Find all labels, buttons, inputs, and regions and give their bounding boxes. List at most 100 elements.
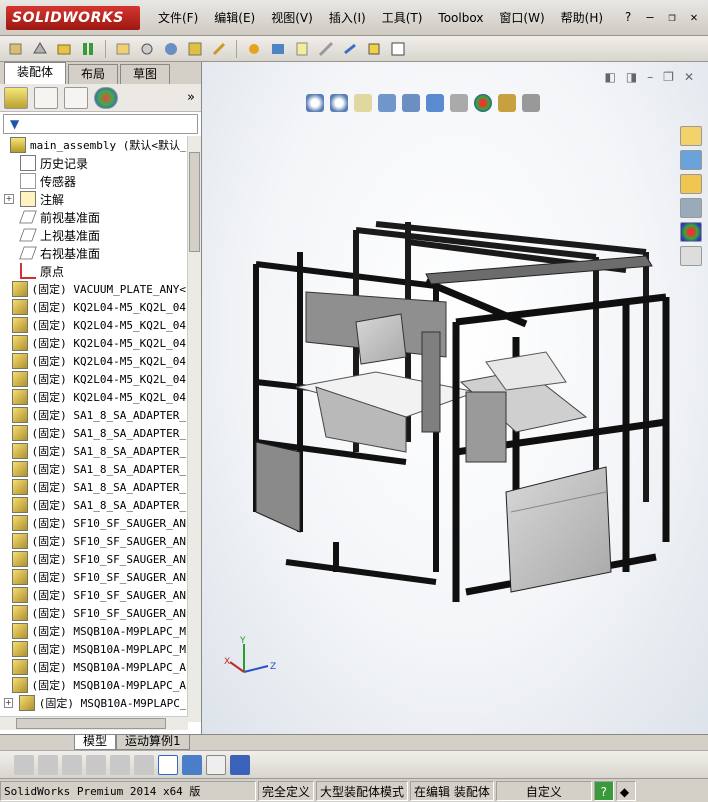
tree-item[interactable]: (固定) KQ2L04-M5_KQ2L_04 xyxy=(0,388,186,406)
no-external-refs-icon[interactable] xyxy=(38,754,58,775)
split-view-right-icon[interactable]: ◨ xyxy=(626,70,637,84)
edit-appearance-icon[interactable] xyxy=(474,94,492,112)
grid-icon[interactable] xyxy=(110,754,130,775)
close-icon[interactable]: ✕ xyxy=(686,8,702,26)
tree-item[interactable]: 历史记录 xyxy=(0,154,186,172)
tree-item[interactable]: (固定) SA1_8_SA_ADAPTER_ xyxy=(0,496,186,514)
instant3d-icon[interactable] xyxy=(340,39,360,59)
zoom-to-fit-icon[interactable] xyxy=(306,94,324,112)
assembly-model-3d-render[interactable] xyxy=(226,212,686,622)
tree-item[interactable]: 原点 xyxy=(0,262,186,280)
tree-item[interactable]: (固定) KQ2L04-M5_KQ2L_04 xyxy=(0,298,186,316)
tree-item[interactable]: (固定) SF10_SF_SAUGER_AN xyxy=(0,568,186,586)
tab-assembly[interactable]: 装配体 xyxy=(4,62,67,84)
tree-item[interactable]: (固定) SF10_SF_SAUGER_AN xyxy=(0,532,186,550)
minimize-icon[interactable]: – xyxy=(642,8,658,26)
tree-item[interactable]: (固定) SF10_SF_SAUGER_AN xyxy=(0,604,186,622)
tree-item[interactable]: (固定) SA1_8_SA_ADAPTER_ xyxy=(0,406,186,424)
tab-motion-study[interactable]: 运动算例1 xyxy=(116,735,190,750)
view-orientation-icon[interactable] xyxy=(402,94,420,112)
edit-component-icon[interactable] xyxy=(14,754,34,775)
hide-show-items-icon[interactable] xyxy=(450,94,468,112)
restore-doc-icon[interactable]: ❐ xyxy=(663,70,674,84)
reference-geometry-icon[interactable] xyxy=(244,39,264,59)
help-icon[interactable]: ? xyxy=(620,8,636,26)
tree-filter[interactable]: ▼ xyxy=(3,114,198,134)
tree-vertical-scrollbar[interactable] xyxy=(187,136,201,722)
expand-icon[interactable]: + xyxy=(4,698,13,708)
bill-of-materials-icon[interactable] xyxy=(292,39,312,59)
tree-item[interactable]: 右视基准面 xyxy=(0,244,186,262)
table-icon[interactable] xyxy=(206,754,226,775)
display-manager-icon[interactable] xyxy=(94,86,118,109)
update-speedpak-icon[interactable] xyxy=(364,39,384,59)
move-component-icon[interactable] xyxy=(161,39,181,59)
menu-item-3[interactable]: 插入(I) xyxy=(321,10,374,26)
tree-item[interactable]: (固定) SA1_8_SA_ADAPTER_ xyxy=(0,478,186,496)
tree-item[interactable]: + (固定) MSQB10A-M9PLAPC_F xyxy=(0,694,186,712)
list-icon[interactable] xyxy=(86,754,106,775)
tree-item[interactable]: (固定) SF10_SF_SAUGER_AN xyxy=(0,586,186,604)
exploded-view-icon[interactable] xyxy=(316,39,336,59)
view-cube-icon[interactable] xyxy=(182,754,202,775)
previous-view-icon[interactable] xyxy=(354,94,372,112)
graphics-area[interactable]: ◧ ◨ – ❐ ✕ Y X Z xyxy=(202,62,708,734)
split-view-icon[interactable]: ◧ xyxy=(604,70,615,84)
menu-item-6[interactable]: 窗口(W) xyxy=(491,10,552,26)
tree-item[interactable]: 上视基准面 xyxy=(0,226,186,244)
configuration-manager-icon[interactable] xyxy=(64,86,88,109)
mate-icon[interactable] xyxy=(78,39,98,59)
notes-icon[interactable]: ◆ xyxy=(615,780,636,801)
menu-item-1[interactable]: 编辑(E) xyxy=(206,10,263,26)
tree-item[interactable]: (固定) SF10_SF_SAUGER_AN xyxy=(0,514,186,532)
assembly-features-icon[interactable] xyxy=(209,39,229,59)
zoom-to-area-icon[interactable] xyxy=(330,94,348,112)
chart-icon[interactable] xyxy=(158,754,178,775)
smart-mates-icon[interactable] xyxy=(62,754,82,775)
show-hidden-icon[interactable] xyxy=(185,39,205,59)
expand-icon[interactable]: + xyxy=(4,194,14,204)
property-manager-icon[interactable] xyxy=(34,86,58,109)
units-custom[interactable]: 自定义 xyxy=(495,780,592,801)
help-status-icon[interactable]: ? xyxy=(593,780,614,801)
tree-item[interactable]: (固定) KQ2L04-M5_KQ2L_04 xyxy=(0,316,186,334)
tree-item[interactable]: (固定) KQ2L04-M5_KQ2L_04 xyxy=(0,352,186,370)
apply-scene-icon[interactable] xyxy=(498,94,516,112)
tree-item[interactable]: (固定) SA1_8_SA_ADAPTER_ xyxy=(0,442,186,460)
new-motion-study-icon[interactable] xyxy=(268,39,288,59)
tree-item[interactable]: (固定) SF10_SF_SAUGER_AN xyxy=(0,550,186,568)
restore-icon[interactable]: ❐ xyxy=(664,8,680,26)
tree-item[interactable]: (固定) MSQB10A-M9PLAPC_M xyxy=(0,640,186,658)
tab-layout[interactable]: 布局 xyxy=(68,64,119,84)
tree-item[interactable]: main_assembly (默认<默认_显 xyxy=(0,136,186,154)
tree-item[interactable]: (固定) VACUUM_PLATE_ANY< xyxy=(0,280,186,298)
view-settings-icon[interactable] xyxy=(522,94,540,112)
design-library-icon[interactable] xyxy=(680,150,702,170)
tree-item[interactable]: 传感器 xyxy=(0,172,186,190)
smart-fasteners-icon[interactable] xyxy=(137,39,157,59)
open-icon[interactable] xyxy=(54,39,74,59)
menu-item-4[interactable]: 工具(T) xyxy=(374,10,431,26)
tree-item[interactable]: (固定) KQ2L04-M5_KQ2L_04 xyxy=(0,334,186,352)
tree-item[interactable]: (固定) KQ2L04-M5_KQ2L_04 xyxy=(0,370,186,388)
expand-chevron-icon[interactable]: » xyxy=(187,90,195,105)
solidworks-logo[interactable]: SOLIDWORKS xyxy=(6,6,140,30)
insert-component-icon[interactable] xyxy=(30,39,50,59)
menu-item-7[interactable]: 帮助(H) xyxy=(553,10,611,26)
menu-item-5[interactable]: Toolbox xyxy=(430,10,491,26)
tree-item[interactable]: + 注解 xyxy=(0,190,186,208)
close-doc-icon[interactable]: ✕ xyxy=(684,70,694,84)
take-snapshot-icon[interactable] xyxy=(388,39,408,59)
section-view-icon[interactable] xyxy=(378,94,396,112)
menu-item-0[interactable]: 文件(F) xyxy=(150,10,206,26)
tree-item[interactable]: (固定) MSQB10A-M9PLAPC_A xyxy=(0,658,186,676)
tab-model[interactable]: 模型 xyxy=(74,735,117,750)
tree-item[interactable]: (固定) MSQB10A-M9PLAPC_A xyxy=(0,676,186,694)
minimize-doc-icon[interactable]: – xyxy=(647,70,653,84)
new-assembly-icon[interactable] xyxy=(6,39,26,59)
tab-sketch[interactable]: 草图 xyxy=(120,64,171,84)
tree-item[interactable]: (固定) SA1_8_SA_ADAPTER_ xyxy=(0,460,186,478)
menu-item-2[interactable]: 视图(V) xyxy=(263,10,321,26)
tree-horizontal-scrollbar[interactable] xyxy=(0,716,188,730)
file-explorer-icon[interactable] xyxy=(680,174,702,194)
